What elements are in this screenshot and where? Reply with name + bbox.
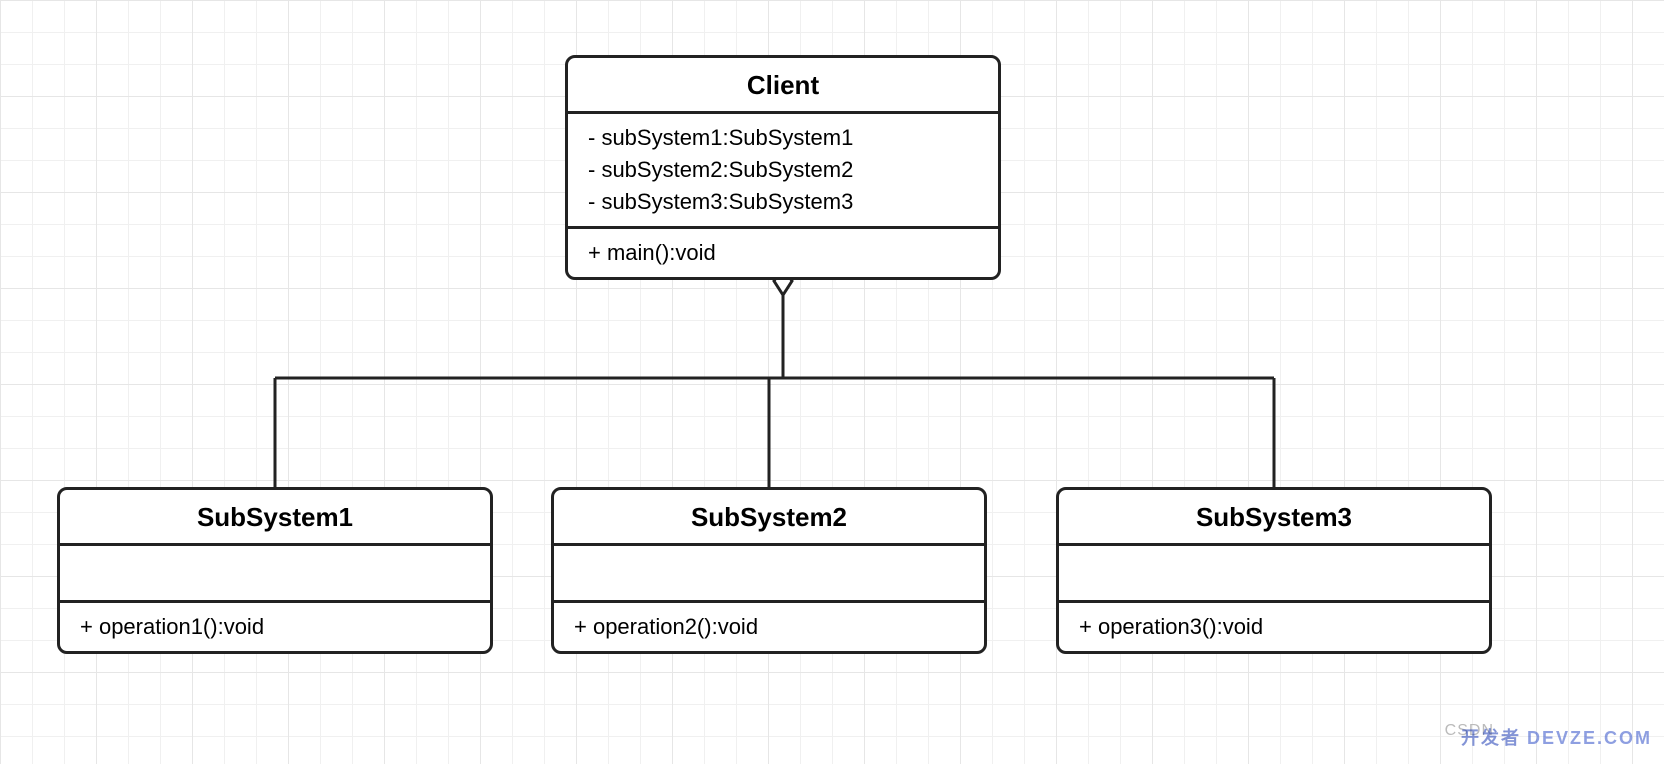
class-title: SubSystem3	[1059, 490, 1489, 546]
operation-row: + operation3():void	[1079, 611, 1469, 643]
attribute-row: - subSystem3:SubSystem3	[588, 186, 978, 218]
class-attributes: - subSystem1:SubSystem1- subSystem2:SubS…	[568, 114, 998, 229]
class-operations: + operation2():void	[554, 603, 984, 651]
uml-class-client: Client- subSystem1:SubSystem1- subSystem…	[565, 55, 1001, 280]
operation-row: + operation2():void	[574, 611, 964, 643]
operation-row: + operation1():void	[80, 611, 470, 643]
attribute-row: - subSystem1:SubSystem1	[588, 122, 978, 154]
class-operations: + main():void	[568, 229, 998, 277]
watermark-en: DEVZE.COM	[1527, 728, 1652, 748]
uml-class-subsystem: SubSystem2 + operation2():void	[551, 487, 987, 654]
class-title: SubSystem1	[60, 490, 490, 546]
class-attributes	[554, 546, 984, 603]
watermark-cn: 开发者	[1461, 728, 1521, 748]
class-attributes	[60, 546, 490, 603]
attribute-row: - subSystem2:SubSystem2	[588, 154, 978, 186]
devze-watermark: 开发者 DEVZE.COM	[1461, 724, 1652, 750]
class-operations: + operation1():void	[60, 603, 490, 651]
uml-class-subsystem: SubSystem3 + operation3():void	[1056, 487, 1492, 654]
class-title: Client	[568, 58, 998, 114]
operation-row: + main():void	[588, 237, 978, 269]
uml-class-subsystem: SubSystem1 + operation1():void	[57, 487, 493, 654]
class-operations: + operation3():void	[1059, 603, 1489, 651]
class-attributes	[1059, 546, 1489, 603]
diagram-canvas: Client- subSystem1:SubSystem1- subSystem…	[0, 0, 1664, 764]
class-title: SubSystem2	[554, 490, 984, 546]
